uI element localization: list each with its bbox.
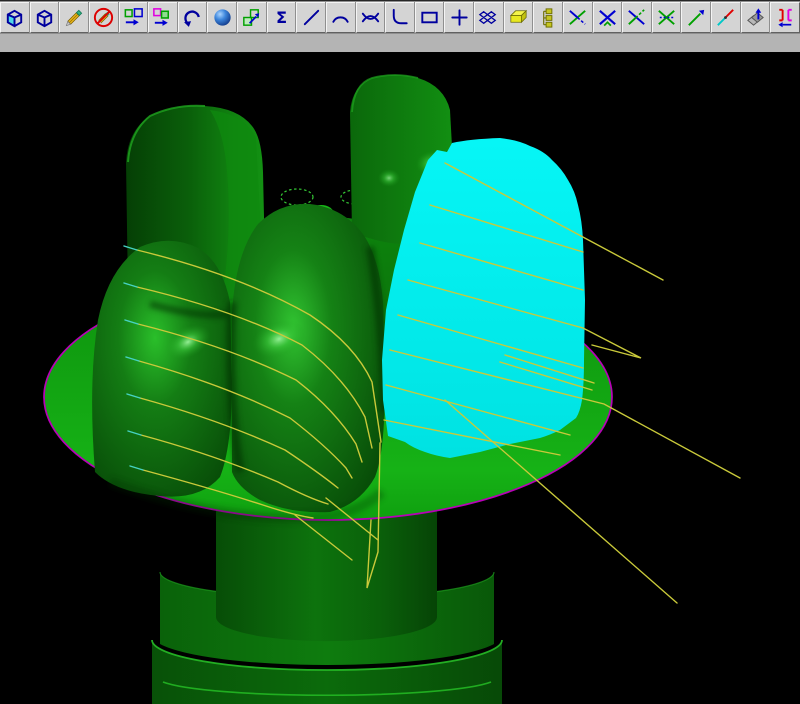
copy-entities-button[interactable] [119, 2, 149, 33]
shaft-cylinders [152, 492, 502, 704]
create-fillet-button[interactable] [385, 2, 415, 33]
cubes-arrow-icon [240, 6, 263, 29]
create-vector-button[interactable] [681, 2, 711, 33]
mixed-x-dashed-icon [625, 6, 648, 29]
undo-arrow-icon [181, 6, 204, 29]
pencil-prohibited-icon [92, 6, 115, 29]
arc-icon [329, 6, 352, 29]
diamond-mesh-icon [477, 6, 500, 29]
trim-two-entities-button[interactable] [593, 2, 623, 33]
create-surface-patch-button[interactable] [474, 2, 504, 33]
shaded-cube-view-button[interactable] [0, 2, 30, 33]
brackets-arrow-icon [774, 6, 797, 29]
sigma-icon: Σ [270, 6, 293, 29]
wireframe-cube-icon [33, 6, 56, 29]
line-icon [300, 6, 323, 29]
shaded-cube-icon [3, 6, 26, 29]
trim-curves-button[interactable] [356, 2, 386, 33]
rectangle-icon [418, 6, 441, 29]
create-arc-button[interactable] [326, 2, 356, 33]
paste-squares-arrow-icon [151, 6, 174, 29]
undo-button[interactable] [178, 2, 208, 33]
operations-manager-button[interactable] [533, 2, 563, 33]
blue-x-icon [596, 6, 619, 29]
pencil-icon [63, 6, 86, 29]
transform-solids-button[interactable] [237, 2, 267, 33]
break-entities-button[interactable] [770, 2, 800, 33]
dome-front-left [92, 241, 232, 497]
sketch-disable-button[interactable] [89, 2, 119, 33]
trim-x-dashed-icon [566, 6, 589, 29]
sigma-glyph: Σ [276, 8, 287, 27]
create-solid-box-button[interactable] [504, 2, 534, 33]
fillet-curve-icon [388, 6, 411, 29]
offset-surface-arrow-icon [744, 6, 767, 29]
paste-entities-button[interactable] [148, 2, 178, 33]
viewport-canvas[interactable] [0, 52, 800, 704]
create-point-button[interactable] [444, 2, 474, 33]
green-arrow-icon [685, 6, 708, 29]
offset-surface-button[interactable] [741, 2, 771, 33]
trim-one-entity-button[interactable] [563, 2, 593, 33]
graphics-viewport[interactable] [0, 52, 800, 704]
trim-divide-button[interactable] [622, 2, 652, 33]
create-line-button[interactable] [296, 2, 326, 33]
copy-squares-arrow-icon [122, 6, 145, 29]
blue-sphere-icon [211, 6, 234, 29]
red-cyan-line-icon [714, 6, 737, 29]
tree-levels-icon [537, 6, 560, 29]
break-at-intersection-button[interactable] [652, 2, 682, 33]
toolbar-lower-strip [0, 33, 800, 52]
wireframe-cube-view-button[interactable] [30, 2, 60, 33]
analysis-sigma-button[interactable]: Σ [267, 2, 297, 33]
green-x-ticks-icon [655, 6, 678, 29]
measure-line-button[interactable] [711, 2, 741, 33]
sketch-pencil-button[interactable] [59, 2, 89, 33]
yellow-box-icon [507, 6, 530, 29]
main-toolbar: Σ [0, 0, 800, 33]
plus-icon [448, 6, 471, 29]
render-shaded-button[interactable] [207, 2, 237, 33]
create-rectangle-button[interactable] [415, 2, 445, 33]
crossing-curves-icon [359, 6, 382, 29]
